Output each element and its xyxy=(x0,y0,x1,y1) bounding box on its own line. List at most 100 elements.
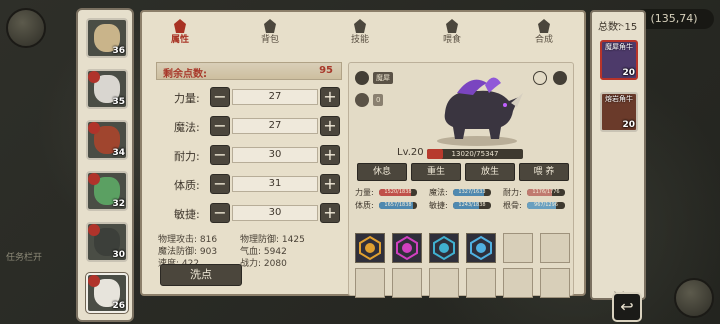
flame-icon xyxy=(174,19,186,33)
stat-label: 体质: xyxy=(174,179,200,192)
pet-stat-label: 根骨: xyxy=(503,201,522,210)
pet-list: 总数: 15 魔犀角牛20熔岩角牛20 ︿ ﹀ xyxy=(590,10,646,303)
decrease-button[interactable]: − xyxy=(210,174,230,194)
hero-level: 35 xyxy=(112,97,125,107)
pet-card[interactable]: 魔犀角牛 20 xyxy=(600,40,638,80)
remaining-points-label: 剩余点数: xyxy=(163,69,207,80)
pet-stat-bar: 1176/1776 xyxy=(527,189,565,196)
hero-card[interactable]: 36 xyxy=(86,18,128,58)
empty-skill-slot[interactable] xyxy=(503,233,533,263)
empty-skill-slot[interactable] xyxy=(392,268,422,298)
list-icon[interactable] xyxy=(355,71,369,85)
remaining-points-row: 剩余点数: 95 xyxy=(156,62,342,80)
increase-button[interactable]: + xyxy=(320,203,340,223)
ice-skill-icon[interactable] xyxy=(429,233,459,263)
increase-button[interactable]: + xyxy=(320,174,340,194)
pet-detail: 魔犀 0 Lv.20 13020/75347 休息 重生 放生喂 养 力量: 1520… xyxy=(348,62,574,298)
pet-card-name: 熔岩角牛 xyxy=(605,95,633,103)
coordinate-readout: (135,74) xyxy=(634,9,714,29)
pet-action-button[interactable]: 放生 xyxy=(465,163,515,181)
hero-card[interactable]: 35 xyxy=(86,69,128,109)
pet-star-value: 0 xyxy=(373,94,384,106)
pet-stat-value: 1657/1838 xyxy=(384,202,412,208)
decrease-button[interactable]: − xyxy=(210,203,230,223)
increase-button[interactable]: + xyxy=(320,116,340,136)
pet-card-name: 魔犀角牛 xyxy=(605,43,633,51)
increase-button[interactable]: + xyxy=(320,87,340,107)
pet-stat-bar: 1657/1838 xyxy=(379,202,417,209)
map-side-label[interactable]: 任务栏开 xyxy=(6,250,42,263)
hero-level: 32 xyxy=(112,199,125,209)
map-button[interactable] xyxy=(674,278,714,318)
tab-1[interactable]: 背包 xyxy=(240,16,300,48)
rune-skill-icon[interactable] xyxy=(392,233,422,263)
pet-stat-label: 体质: xyxy=(355,201,374,210)
merge-icon xyxy=(538,19,550,33)
pet-stat-bar: 1327/1633 xyxy=(453,189,491,196)
feather-icon[interactable] xyxy=(533,71,547,85)
crystal-skill-icon[interactable] xyxy=(466,233,496,263)
empty-skill-slot[interactable] xyxy=(429,268,459,298)
tab-label: 技能 xyxy=(350,35,369,45)
stat-row: 体质: −31 + xyxy=(156,173,342,197)
tab-4[interactable]: 合成 xyxy=(514,16,574,48)
stat-label: 耐力: xyxy=(174,150,200,163)
pet-stat-label: 敏捷: xyxy=(429,201,448,210)
hero-card[interactable]: 34 xyxy=(86,120,128,160)
hero-card[interactable]: 32 xyxy=(86,171,128,211)
tab-bar: 属性 背包 技能 喂食 合成 xyxy=(148,16,580,48)
back-arrow-icon[interactable]: ↩ xyxy=(612,292,642,322)
empty-skill-slot[interactable] xyxy=(540,233,570,263)
tab-label: 喂食 xyxy=(442,35,461,45)
stat-label: 力量: xyxy=(174,92,200,105)
stat-label: 敏捷: xyxy=(174,208,200,221)
pet-card-level: 20 xyxy=(622,68,635,78)
attribute-allocation: 剩余点数: 95 力量: −27 + 魔法: −27 + 耐力: −30 + 体质: −31 + 敏捷:… xyxy=(156,62,342,288)
hero-card[interactable]: 30 xyxy=(86,222,128,262)
decrease-button[interactable]: − xyxy=(210,116,230,136)
pet-stat-bar: 967/1296 xyxy=(527,202,565,209)
pet-exp-bar: 13020/75347 xyxy=(427,149,523,159)
tab-label: 属性 xyxy=(170,35,189,45)
pet-action-button[interactable]: 重生 xyxy=(411,163,461,181)
pet-card[interactable]: 熔岩角牛 20 xyxy=(600,92,638,132)
tab-2[interactable]: 技能 xyxy=(330,16,390,48)
hero-notice-badge xyxy=(88,122,100,134)
pet-level: Lv.20 xyxy=(397,147,424,158)
hero-notice-badge xyxy=(88,275,100,287)
pet-stat-label: 耐力: xyxy=(503,188,522,197)
increase-button[interactable]: + xyxy=(320,145,340,165)
empty-skill-slot[interactable] xyxy=(355,268,385,298)
pet-rhino-image xyxy=(437,77,523,146)
hero-card[interactable]: 26 xyxy=(86,273,128,313)
remaining-points-value: 95 xyxy=(319,65,333,76)
empty-skill-slot[interactable] xyxy=(503,268,533,298)
pet-card-level: 20 xyxy=(622,120,635,130)
hero-portrait-button[interactable] xyxy=(6,8,46,48)
stat-value: 30 xyxy=(232,147,318,163)
tab-0[interactable]: 属性 xyxy=(150,16,210,48)
stat-row: 力量: −27 + xyxy=(156,86,342,110)
shield-skill-icon[interactable] xyxy=(355,233,385,263)
decrease-button[interactable]: − xyxy=(210,87,230,107)
pet-stat-value: 1176/1776 xyxy=(532,189,560,195)
stat-value: 31 xyxy=(232,176,318,192)
stat-row: 魔法: −27 + xyxy=(156,115,342,139)
lock-icon[interactable] xyxy=(553,71,567,85)
hero-notice-badge xyxy=(88,71,100,83)
empty-skill-slot[interactable] xyxy=(540,268,570,298)
derived-stat: 战力: 2080 xyxy=(240,256,340,269)
pet-stat-value: 967/1296 xyxy=(534,202,558,208)
pet-attribute-panel: 属性 背包 技能 喂食 合成 剩余点数: 95 力量: −27 + 魔法: −27 + 耐力: −30… xyxy=(140,10,586,298)
reset-points-button[interactable]: 洗点 xyxy=(160,264,242,286)
food-icon xyxy=(446,19,458,33)
pet-action-button[interactable]: 休息 xyxy=(357,163,407,181)
stat-value: 30 xyxy=(232,205,318,221)
decrease-button[interactable]: − xyxy=(210,145,230,165)
chevron-up-icon[interactable]: ︿ xyxy=(614,14,624,29)
pet-action-button[interactable]: 喂 养 xyxy=(519,163,569,181)
pet-exp-text: 13020/75347 xyxy=(451,150,499,158)
empty-skill-slot[interactable] xyxy=(466,268,496,298)
pet-stat-bar: 1243/1838 xyxy=(453,202,491,209)
tab-3[interactable]: 喂食 xyxy=(422,16,482,48)
